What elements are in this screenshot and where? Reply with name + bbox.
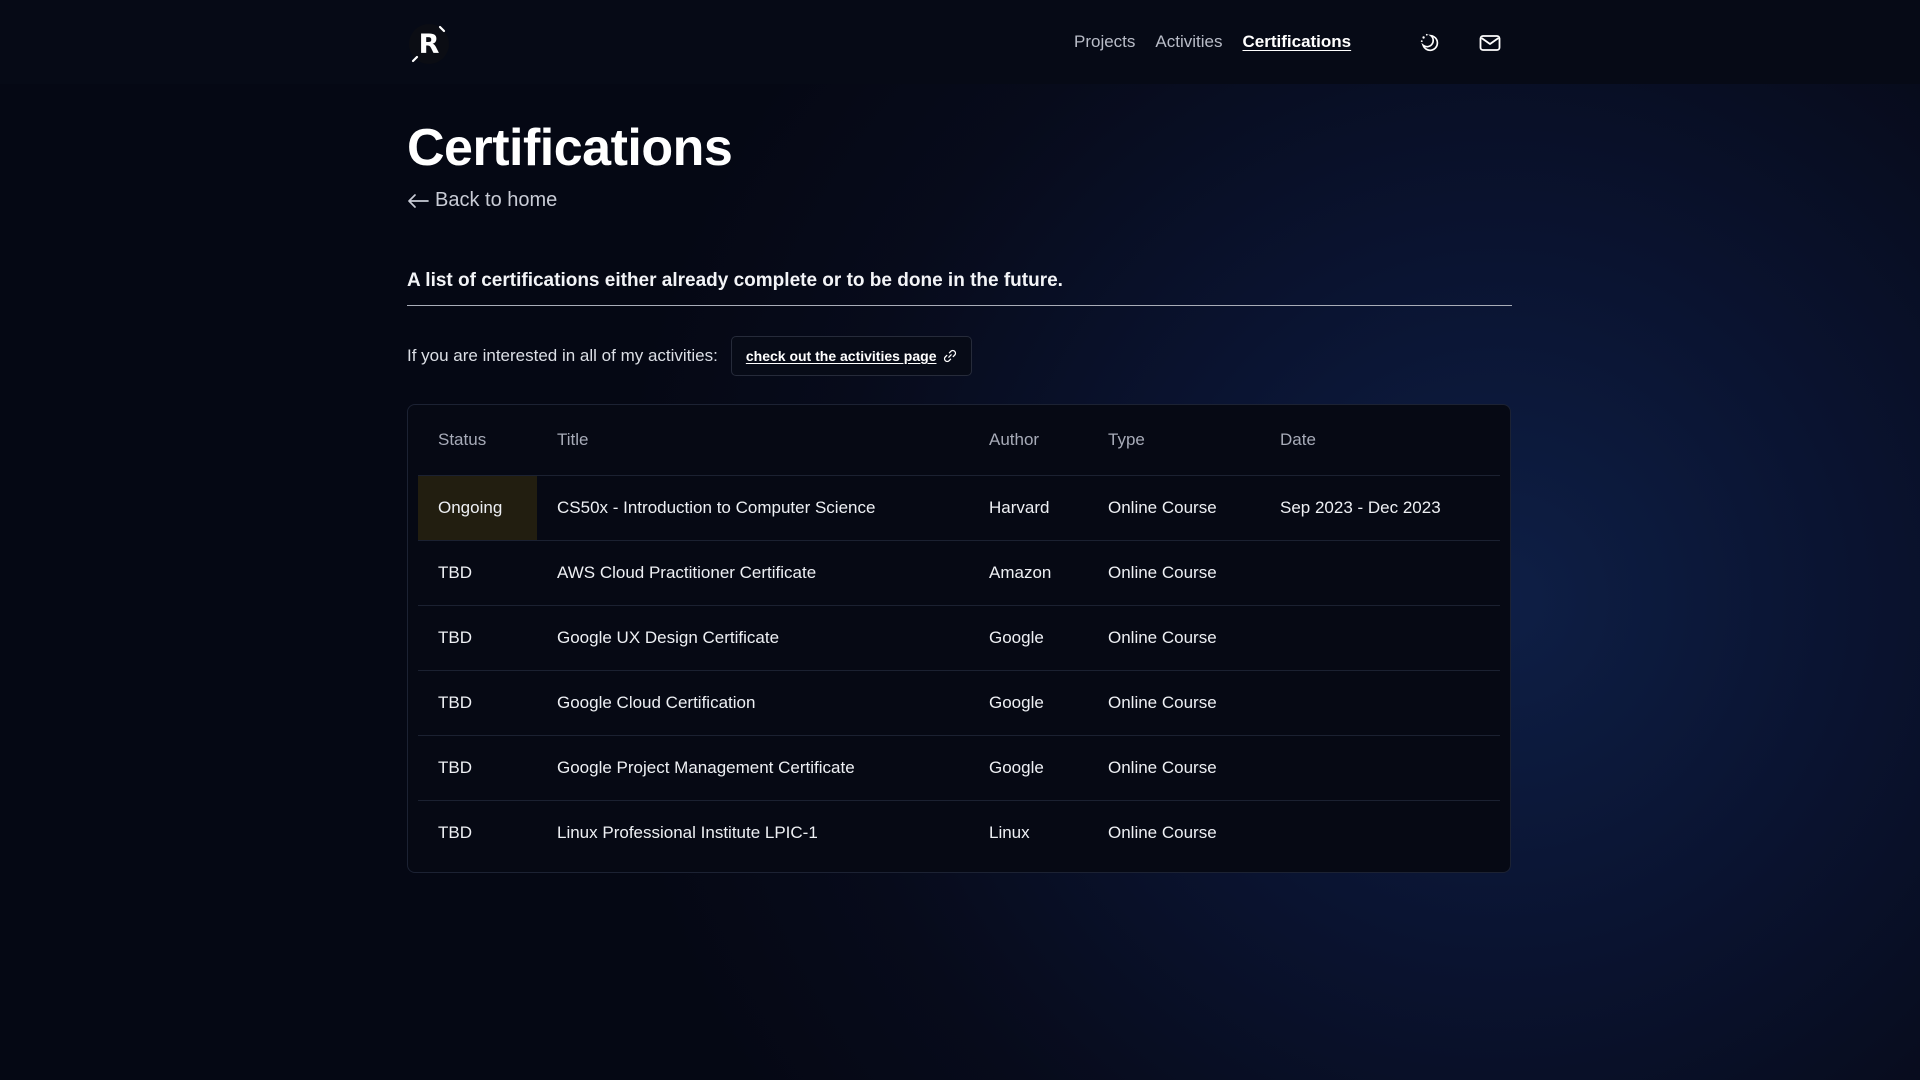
table-row: Ongoing CS50x - Introduction to Computer… — [418, 475, 1500, 541]
nav-certifications[interactable]: Certifications — [1243, 32, 1352, 52]
table-row: TBD AWS Cloud Practitioner Certificate A… — [418, 540, 1500, 606]
status-cell: TBD — [418, 605, 537, 671]
table-row: TBD Google Project Management Certificat… — [418, 735, 1500, 801]
link-icon — [944, 349, 957, 363]
status-cell: TBD — [438, 823, 472, 842]
author-cell: Google — [969, 735, 1088, 801]
title-cell: Google UX Design Certificate — [537, 605, 969, 671]
top-navigation-bar: R Projects Activities Certifications — [0, 0, 1920, 84]
title-cell: Linux Professional Institute LPIC-1 — [557, 823, 818, 842]
status-cell: TBD — [418, 540, 537, 606]
date-cell: Sep 2023 - Dec 2023 — [1260, 475, 1500, 541]
table-header-row: Status Title Author Type Date — [418, 405, 1500, 476]
title-cell: Google Project Management Certificate — [537, 735, 969, 801]
date-cell — [1260, 605, 1500, 671]
column-header-title: Title — [537, 405, 969, 476]
arrow-left-icon — [408, 193, 429, 208]
activities-link-label: check out the activities page — [745, 348, 937, 364]
status-cell: TBD — [418, 735, 537, 801]
author-cell: Google — [969, 605, 1088, 671]
column-header-status: Status — [418, 405, 537, 476]
status-cell: TBD — [418, 670, 537, 736]
page-title: Certifications — [407, 119, 733, 177]
nav-activities[interactable]: Activities — [1155, 32, 1222, 52]
type-cell: Online Course — [1088, 605, 1260, 671]
column-header-date: Date — [1260, 405, 1500, 476]
date-cell — [1260, 735, 1500, 801]
back-to-home-link[interactable]: Back to home — [407, 189, 557, 212]
table-row: TBD Google UX Design Certificate Google … — [418, 605, 1500, 671]
type-cell: Online Course — [1088, 735, 1260, 801]
theme-toggle-icon — [1420, 33, 1439, 52]
status-cell: Ongoing — [418, 475, 537, 541]
type-cell: Online Course — [1088, 670, 1260, 736]
contact-mail-button[interactable] — [1477, 30, 1503, 56]
column-header-type: Type — [1088, 405, 1260, 476]
mail-icon — [1479, 35, 1501, 51]
activities-callout: If you are interested in all of my activ… — [407, 336, 973, 376]
title-cell: Google Cloud Certification — [537, 670, 969, 736]
type-cell: Online Course — [1088, 540, 1260, 606]
type-cell: Online Course — [1088, 475, 1260, 541]
nav-projects[interactable]: Projects — [1074, 32, 1135, 52]
table-row: TBD Google Cloud Certification Google On… — [418, 670, 1500, 736]
author-cell: Google — [969, 670, 1088, 736]
column-header-author: Author — [969, 405, 1088, 476]
certifications-table: Status Title Author Type Date Ongoing CS… — [418, 405, 1500, 865]
type-cell: Online Course — [1108, 823, 1217, 842]
main-nav: Projects Activities Certifications — [1074, 32, 1371, 52]
back-to-home-label: Back to home — [435, 189, 558, 211]
theme-toggle-button[interactable] — [1417, 30, 1443, 56]
date-cell — [1260, 540, 1500, 606]
logo[interactable]: R — [407, 22, 451, 66]
certifications-table-card: Status Title Author Type Date Ongoing CS… — [407, 404, 1511, 873]
title-cell: CS50x - Introduction to Computer Science — [537, 475, 969, 541]
author-cell: Linux — [989, 823, 1030, 842]
logo-letter: R — [419, 29, 440, 60]
activities-prompt: If you are interested in all of my activ… — [407, 346, 718, 365]
author-cell: Amazon — [969, 540, 1088, 606]
activities-page-link[interactable]: check out the activities page — [730, 336, 973, 376]
author-cell: Harvard — [969, 475, 1088, 541]
table-row: TBD Linux Professional Institute LPIC-1 … — [418, 801, 1500, 866]
date-cell — [1260, 801, 1500, 866]
logo-icon: R — [409, 24, 449, 64]
date-cell — [1260, 670, 1500, 736]
title-cell: AWS Cloud Practitioner Certificate — [537, 540, 969, 606]
page-intro: A list of certifications either already … — [407, 270, 1512, 306]
